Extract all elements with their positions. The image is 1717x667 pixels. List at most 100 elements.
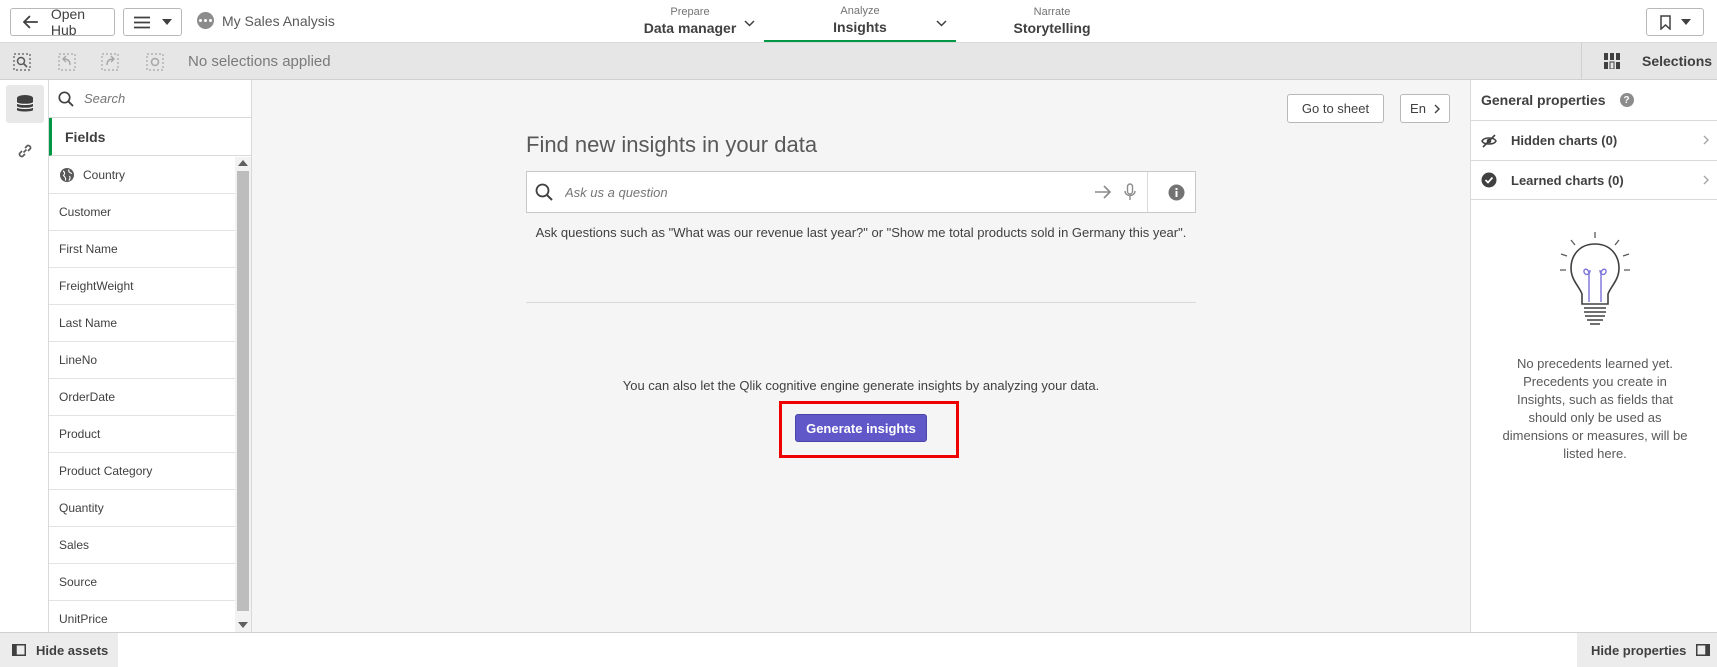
field-label: Customer [59, 205, 112, 219]
rail-fields-button[interactable] [6, 85, 44, 123]
hide-assets-label: Hide assets [36, 642, 109, 658]
check-circle-icon [1481, 172, 1497, 188]
insights-title: Find new insights in your data [526, 132, 818, 157]
chevron-right-icon [1703, 175, 1709, 185]
ask-question-input[interactable] [565, 184, 1085, 200]
fields-section-title: Fields [65, 128, 106, 145]
scrollbar-thumb[interactable] [237, 171, 249, 611]
bookmark-icon [1659, 14, 1671, 30]
tab-narrate[interactable]: Narrate Storytelling [992, 0, 1112, 42]
bookmark-button[interactable] [1646, 8, 1704, 36]
assets-panel: Fields Country Customer First Name Freig… [49, 80, 252, 638]
link-icon [18, 144, 32, 158]
search-icon [535, 183, 553, 201]
field-item-first-name[interactable]: First Name [49, 231, 235, 268]
scroll-down-arrow-icon[interactable] [238, 622, 248, 628]
field-label: UnitPrice [59, 612, 108, 626]
properties-empty-message: No precedents learned yet. Precedents yo… [1502, 356, 1688, 461]
caret-down-icon [1680, 19, 1691, 25]
field-label: Country [83, 168, 126, 182]
generate-insights-button[interactable]: Generate insights [795, 414, 927, 442]
field-item-orderdate[interactable]: OrderDate [49, 379, 235, 416]
open-hub-button[interactable]: Open Hub [10, 6, 115, 38]
ask-examples-text: Ask questions such as "What was our reve… [535, 225, 1187, 240]
field-item-lineno[interactable]: LineNo [49, 342, 235, 379]
tab-narrate-caption: Narrate [1033, 6, 1071, 18]
asset-rail [0, 80, 49, 632]
selections-label: Selections [1642, 53, 1713, 69]
chevron-right-icon [1703, 135, 1709, 145]
hide-assets-button[interactable]: Hide assets [0, 633, 118, 667]
tab-analyze-label: Insights [833, 19, 887, 35]
help-icon[interactable]: ? [1619, 93, 1634, 107]
microphone-icon[interactable] [1124, 183, 1136, 201]
tab-analyze[interactable]: Analyze Insights [764, 0, 956, 42]
global-menu-button[interactable] [123, 8, 182, 36]
tab-analyze-caption: Analyze [840, 5, 880, 17]
learned-charts-row[interactable]: Learned charts (0) [1471, 160, 1717, 200]
caret-down-icon [161, 19, 172, 25]
selections-tool-button[interactable]: Selections [1581, 43, 1717, 79]
generate-insights-label: Generate insights [806, 420, 916, 436]
field-label: OrderDate [59, 390, 116, 404]
field-item-customer[interactable]: Customer [49, 194, 235, 231]
hidden-charts-row[interactable]: Hidden charts (0) [1471, 120, 1717, 160]
database-icon [16, 95, 34, 112]
tab-prepare-caption: Prepare [670, 6, 710, 18]
info-icon[interactable] [1168, 184, 1185, 201]
field-item-product-category[interactable]: Product Category [49, 453, 235, 490]
top-bar: Open Hub My Sales Analysis Prepare Data … [0, 0, 1717, 43]
arrow-right-submit-icon[interactable] [1094, 185, 1112, 199]
hide-properties-label: Hide properties [1591, 642, 1687, 658]
hamburger-icon [133, 16, 150, 28]
properties-title: General properties [1481, 92, 1606, 108]
field-label: First Name [59, 242, 118, 256]
field-item-source[interactable]: Source [49, 564, 235, 601]
field-label: Source [59, 575, 98, 589]
language-button[interactable]: En [1400, 94, 1450, 123]
globe-icon [60, 168, 74, 182]
hide-properties-button[interactable]: Hide properties [1577, 633, 1717, 667]
insights-main-area [252, 80, 1470, 632]
chevron-right-icon [1434, 104, 1440, 113]
field-label: Sales [59, 538, 90, 552]
fields-search-input[interactable] [84, 91, 234, 106]
field-label: LineNo [59, 353, 98, 367]
fields-search [49, 80, 251, 118]
field-item-quantity[interactable]: Quantity [49, 490, 235, 527]
arrow-left-icon [23, 15, 38, 29]
step-back-icon[interactable] [58, 53, 76, 71]
panel-left-icon [12, 644, 26, 656]
chevron-down-icon[interactable] [744, 20, 755, 27]
rail-links-button[interactable] [6, 132, 44, 170]
app-title-text: My Sales Analysis [222, 12, 335, 29]
clear-selections-icon[interactable] [146, 53, 164, 71]
lightbulb-icon [1560, 232, 1630, 325]
chevron-down-icon[interactable] [936, 20, 947, 27]
step-forward-icon[interactable] [101, 53, 119, 71]
ask-question-box [526, 171, 1196, 213]
field-label: Product Category [59, 464, 153, 478]
field-item-country[interactable]: Country [49, 157, 235, 194]
field-item-sales[interactable]: Sales [49, 527, 235, 564]
field-item-product[interactable]: Product [49, 416, 235, 453]
go-to-sheet-button[interactable]: Go to sheet [1287, 94, 1384, 123]
field-label: Last Name [59, 316, 118, 330]
fields-scrollbar[interactable] [235, 157, 251, 632]
field-item-last-name[interactable]: Last Name [49, 305, 235, 342]
field-label: Quantity [59, 501, 104, 515]
fields-section-header[interactable]: Fields [49, 118, 251, 156]
panel-right-icon [1696, 644, 1711, 656]
generate-description: You can also let the Qlik cognitive engi… [622, 378, 1100, 393]
properties-panel: General properties ? Hidden charts (0) L… [1470, 80, 1717, 632]
smart-search-icon[interactable] [13, 53, 31, 71]
tab-narrate-label: Storytelling [1013, 20, 1091, 36]
language-label: En [1410, 101, 1426, 116]
eye-hidden-icon [1481, 133, 1497, 148]
tab-prepare[interactable]: Prepare Data manager [620, 0, 760, 42]
app-title[interactable]: My Sales Analysis [197, 12, 335, 29]
ask-box-separator [1147, 172, 1148, 212]
field-item-freightweight[interactable]: FreightWeight [49, 268, 235, 305]
scroll-up-arrow-icon[interactable] [238, 160, 248, 166]
selections-status: No selections applied [188, 53, 331, 70]
